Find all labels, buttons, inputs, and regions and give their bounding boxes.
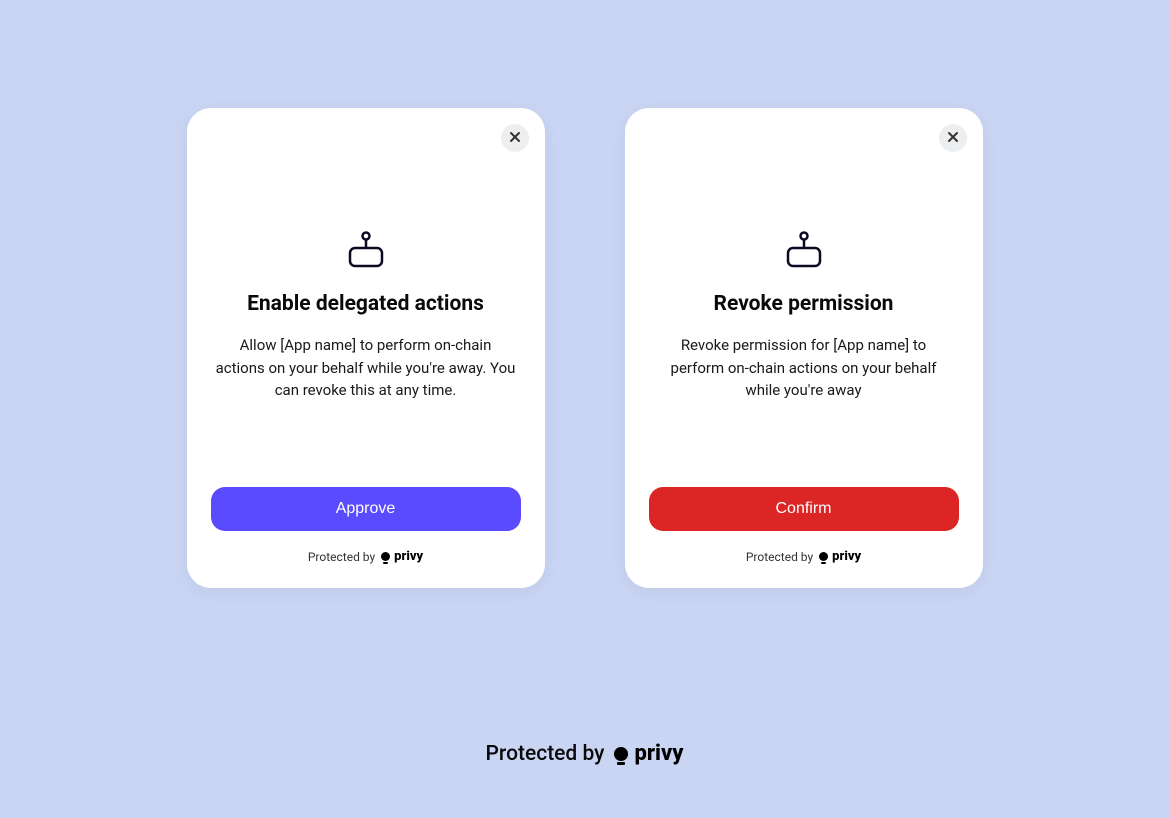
close-icon	[947, 130, 959, 146]
card-description: Allow [App name] to perform on-chain act…	[211, 334, 521, 402]
privy-dot-icon	[381, 552, 390, 561]
close-button[interactable]	[501, 124, 529, 152]
card-title: Enable delegated actions	[211, 292, 521, 316]
robot-icon	[649, 228, 959, 272]
card-description: Revoke permission for [App name] to perf…	[649, 334, 959, 402]
privy-dot-icon	[819, 552, 828, 561]
page-footer-label: Protected by	[486, 742, 605, 766]
privy-logo: privy	[819, 549, 861, 564]
card-footer: Protected by privy	[211, 549, 521, 564]
close-icon	[509, 130, 521, 146]
close-button[interactable]	[939, 124, 967, 152]
cards-container: Enable delegated actions Allow [App name…	[0, 0, 1169, 588]
enable-delegated-card: Enable delegated actions Allow [App name…	[187, 108, 545, 588]
privy-brand-text: privy	[634, 741, 683, 766]
privy-brand-text: privy	[832, 549, 861, 564]
robot-icon	[211, 228, 521, 272]
page-footer: Protected by privy	[0, 741, 1169, 766]
privy-dot-icon	[614, 747, 628, 761]
card-footer: Protected by privy	[649, 549, 959, 564]
card-title: Revoke permission	[649, 292, 959, 316]
footer-label: Protected by	[746, 550, 813, 564]
confirm-button[interactable]: Confirm	[649, 487, 959, 531]
privy-logo: privy	[381, 549, 423, 564]
revoke-permission-card: Revoke permission Revoke permission for …	[625, 108, 983, 588]
privy-brand-text: privy	[394, 549, 423, 564]
approve-button[interactable]: Approve	[211, 487, 521, 531]
privy-logo: privy	[614, 741, 683, 766]
footer-label: Protected by	[308, 550, 375, 564]
